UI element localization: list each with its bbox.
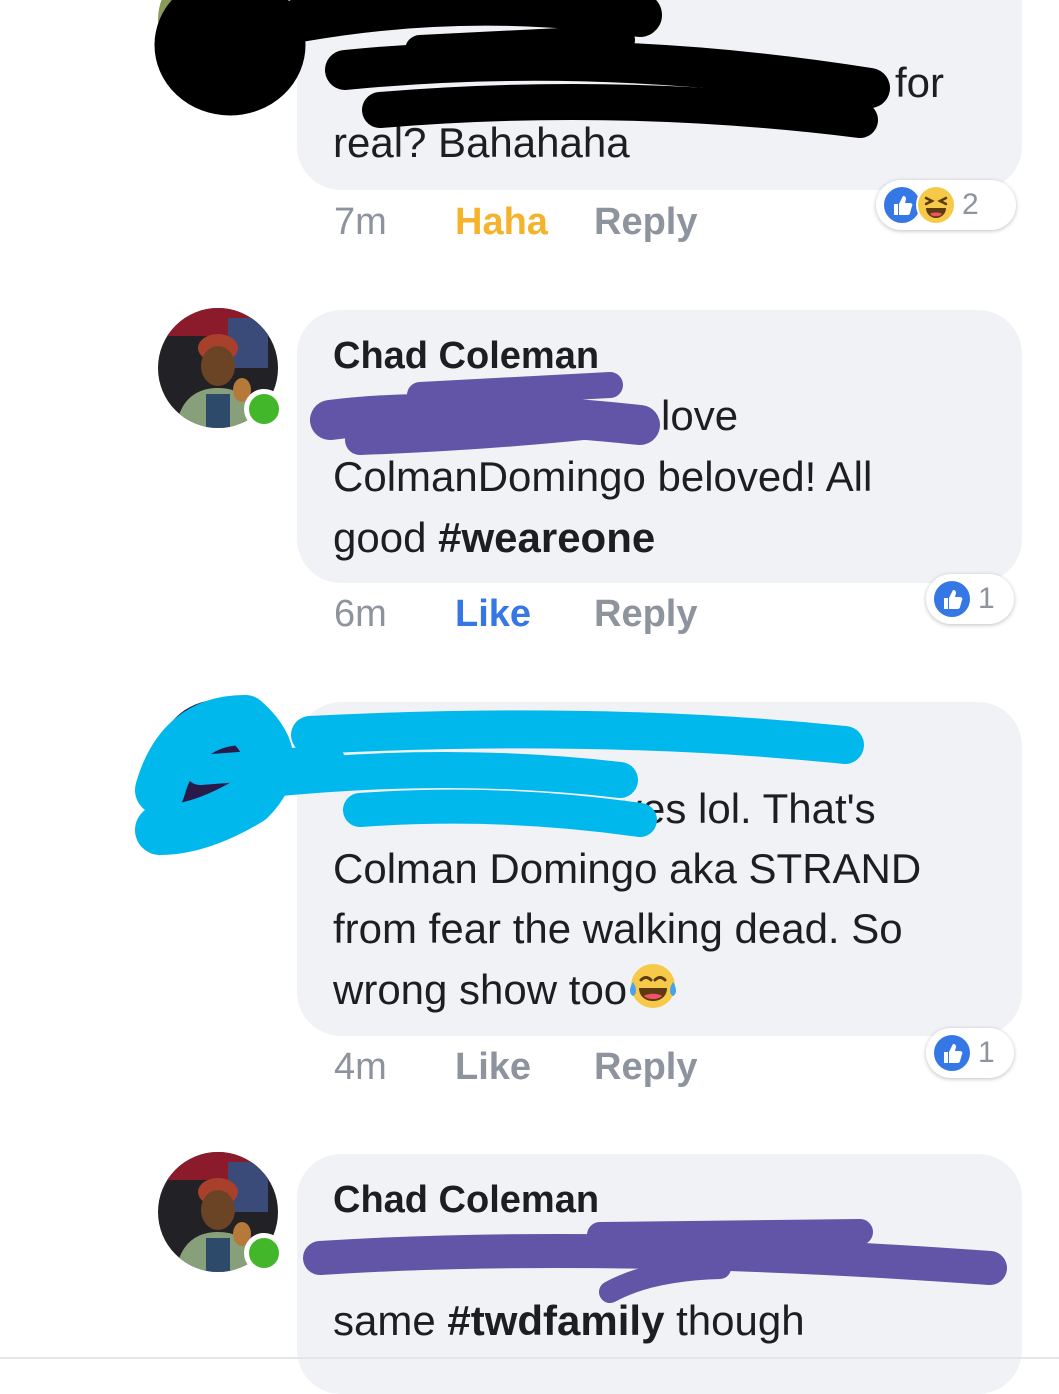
comment-text: Colman Domingo aka STRAND (333, 845, 922, 892)
comment-bubble: Chad Coleman love ColmanDomingo beloved!… (297, 310, 1022, 583)
reaction-summary[interactable]: 1 (926, 574, 1014, 624)
hashtag-link[interactable]: #weareone (438, 514, 655, 561)
comment-timestamp[interactable]: 7m (334, 198, 455, 246)
like-button[interactable]: Like (455, 590, 594, 638)
comment-author[interactable]: Chad Coleman (333, 332, 986, 380)
comment-text: yes lol. That's (621, 785, 876, 832)
comment-bubble: yes lol. That's Colman Domingo aka STRAN… (297, 702, 1022, 1036)
like-button[interactable]: Like (455, 1043, 594, 1091)
comment-text: for (895, 59, 945, 106)
reaction-summary[interactable]: 1 (926, 1028, 1014, 1078)
like-button[interactable]: Haha (455, 198, 594, 246)
comment-text: ColmanDomingo beloved! All (333, 453, 873, 500)
commenter-avatar[interactable] (158, 700, 278, 820)
comment-actions: 6m Like Reply (334, 590, 697, 638)
reply-button[interactable]: Reply (594, 1043, 697, 1091)
comment-text: wrong show too (333, 959, 679, 1020)
reaction-count: 1 (978, 1036, 995, 1069)
comment-text: love (661, 392, 739, 439)
comment-text: good #weareone (333, 514, 656, 561)
hashtag-link[interactable]: #twdfamily (447, 1297, 664, 1344)
comment-timestamp[interactable]: 6m (334, 590, 455, 638)
reply-button[interactable]: Reply (594, 198, 697, 246)
comment-timestamp[interactable]: 4m (334, 1043, 455, 1091)
comment-bubble: for real? Bahahaha (297, 0, 1022, 190)
online-status-indicator (244, 389, 284, 429)
haha-icon (916, 185, 956, 225)
commenter-avatar[interactable] (158, 0, 278, 80)
comment-actions: 7m Haha Reply (334, 198, 697, 246)
comment-text: same #twdfamily though (333, 1297, 805, 1344)
comment-text: from fear the walking dead. So (333, 905, 903, 952)
like-icon (932, 579, 972, 619)
online-status-indicator (244, 1233, 284, 1273)
tears-of-joy-emoji-icon (630, 964, 677, 1008)
divider (0, 1357, 1059, 1359)
reply-button[interactable]: Reply (594, 590, 697, 638)
comment-text: real? Bahahaha (333, 119, 630, 166)
reaction-count: 2 (962, 188, 979, 221)
reaction-summary[interactable]: 2 (876, 180, 1016, 230)
comment-author[interactable]: Chad Coleman (333, 1176, 986, 1224)
like-icon (932, 1033, 972, 1073)
reaction-count: 1 (978, 582, 995, 615)
comment-actions: 4m Like Reply (334, 1043, 697, 1091)
